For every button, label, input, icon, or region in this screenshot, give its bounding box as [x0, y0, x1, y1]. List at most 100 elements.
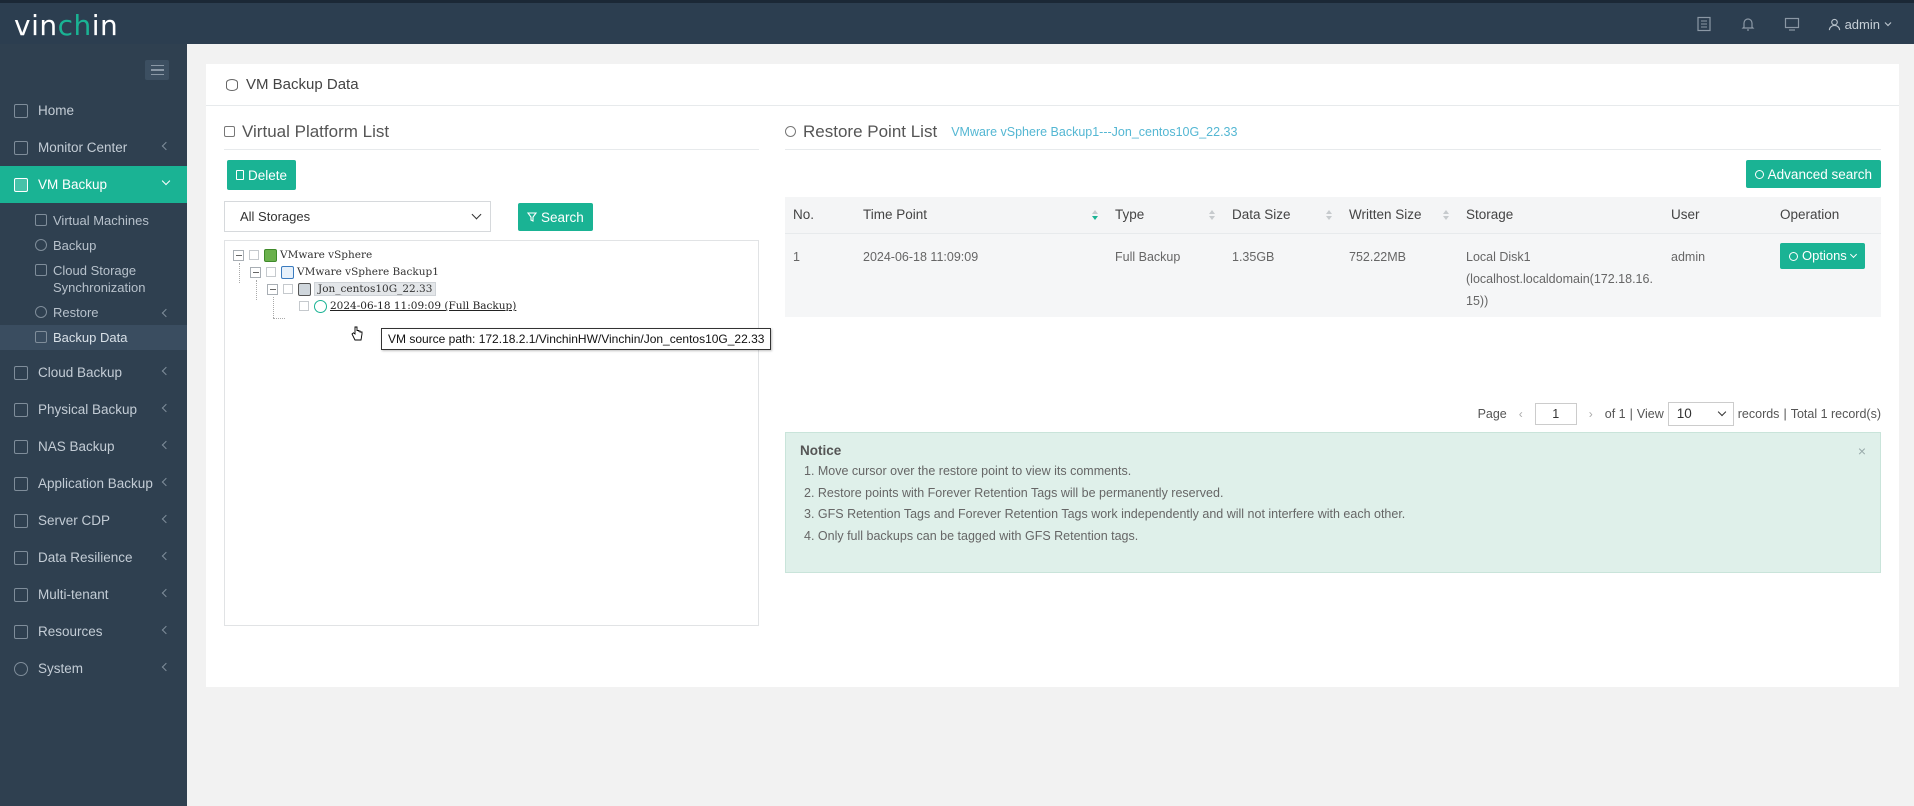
filter-icon	[527, 212, 537, 222]
monitor-icon	[14, 140, 28, 155]
next-page-icon[interactable]: ›	[1581, 407, 1601, 421]
pager-separator: |	[1629, 407, 1633, 421]
tree-checkbox[interactable]	[266, 267, 276, 277]
notice-box: Notice × 1. Move cursor over the restore…	[785, 432, 1881, 573]
sidebar-item-label: Physical Backup	[38, 402, 138, 417]
top-icons: admin	[1696, 16, 1892, 32]
tree-checkbox[interactable]	[249, 250, 259, 260]
column-header-time-point[interactable]: Time Point	[855, 197, 1107, 234]
tenant-icon	[14, 587, 28, 602]
sort-icon[interactable]	[1326, 210, 1333, 221]
tree-node-label: VMware vSphere Backup1	[297, 266, 439, 278]
page-title: VM Backup Data	[246, 76, 359, 93]
section-title: Restore Point List VMware vSphere Backup…	[785, 122, 1881, 150]
tree-node-label: VMware vSphere	[280, 249, 373, 261]
column-header-data-size[interactable]: Data Size	[1224, 197, 1341, 234]
tree-node-vm[interactable]: Jon_centos10G_22.33	[267, 281, 437, 297]
vsphere-icon	[264, 248, 277, 262]
restore-icon	[35, 306, 47, 318]
tree-node-backup[interactable]: VMware vSphere Backup1	[250, 264, 439, 280]
database-icon	[35, 331, 47, 343]
sidebar-item-data-resilience[interactable]: Data Resilience	[0, 539, 187, 576]
backup-job-icon	[281, 265, 294, 279]
cube-icon	[224, 126, 235, 137]
sidebar-item-multi-tenant[interactable]: Multi-tenant	[0, 576, 187, 613]
close-icon[interactable]: ×	[1858, 443, 1866, 459]
page-input[interactable]: 1	[1534, 403, 1577, 425]
vm-icon	[298, 282, 311, 296]
nas-icon	[14, 439, 28, 454]
menu-icon-bar	[150, 64, 164, 67]
sidebar-subitem-backup-data[interactable]: Backup Data	[0, 325, 187, 350]
database-icon	[226, 78, 238, 91]
pager-separator: |	[1783, 407, 1787, 421]
delete-button[interactable]: Delete	[227, 160, 297, 190]
chevron-left-icon	[161, 588, 171, 598]
tree-toggle-minus-icon[interactable]	[267, 283, 278, 295]
virtual-platform-title: Virtual Platform List	[242, 121, 390, 141]
trash-icon	[236, 170, 244, 180]
tree-toggle-minus-icon[interactable]	[250, 266, 261, 278]
sidebar-item-application-backup[interactable]: Application Backup	[0, 465, 187, 502]
sidebar-item-server-cdp[interactable]: Server CDP	[0, 502, 187, 539]
options-button[interactable]: Options	[1780, 243, 1865, 269]
sidebar-subitem-restore[interactable]: Restore	[0, 300, 187, 325]
vinchin-logo[interactable]: vinchin	[14, 9, 118, 42]
sort-icon[interactable]	[1209, 210, 1216, 221]
sidebar-item-home[interactable]: Home	[0, 92, 187, 129]
chevron-left-icon	[161, 440, 171, 450]
chevron-left-icon	[161, 551, 171, 561]
sort-icon[interactable]	[1443, 210, 1450, 221]
tree-node-label: Jon_centos10G_22.33	[314, 282, 437, 296]
column-header-type[interactable]: Type	[1107, 197, 1224, 234]
tree-node-label: 2024-06-18 11:09:09 (Full Backup)	[330, 300, 517, 312]
storage-select[interactable]: All Storages	[224, 201, 491, 232]
column-header-written-size[interactable]: Written Size	[1341, 197, 1458, 234]
search-button-label: Search	[541, 209, 584, 225]
sidebar-subitem-virtual-machines[interactable]: Virtual Machines	[0, 208, 187, 233]
cell-data-size: 1.35GB	[1224, 233, 1341, 317]
monitor-icon[interactable]	[1784, 16, 1800, 32]
tree-toggle-minus-icon[interactable]	[233, 249, 244, 261]
column-header-label: Type	[1115, 207, 1145, 223]
tree-node-vsphere[interactable]: VMware vSphere	[233, 247, 372, 263]
sidebar-item-nas-backup[interactable]: NAS Backup	[0, 428, 187, 465]
notice-list: 1. Move cursor over the restore point to…	[800, 464, 1866, 550]
search-icon	[1754, 169, 1764, 179]
cell-time-point: 2024-06-18 11:09:09	[855, 233, 1107, 317]
sidebar-collapse-button[interactable]	[145, 60, 169, 80]
sidebar-item-label: Cloud Backup	[38, 365, 123, 380]
table-header-row: No. Time Point Type Data Size Written Si…	[785, 197, 1881, 234]
logo-text-prefix: vin	[14, 9, 58, 42]
chevron-left-icon	[161, 477, 171, 487]
sidebar-subitem-cloud-storage-sync[interactable]: Cloud Storage Synchronization	[0, 258, 187, 300]
restore-point-subtitle: VMware vSphere Backup1---Jon_centos10G_2…	[951, 124, 1238, 139]
tree-node-restore-point[interactable]: 2024-06-18 11:09:09 (Full Backup)	[299, 298, 516, 314]
bell-icon[interactable]	[1740, 16, 1756, 32]
user-menu[interactable]: admin	[1828, 17, 1892, 32]
sidebar-item-monitor-center[interactable]: Monitor Center	[0, 129, 187, 166]
user-icon	[1828, 18, 1840, 30]
advanced-search-button[interactable]: Advanced search	[1745, 160, 1881, 188]
sidebar-item-physical-backup[interactable]: Physical Backup	[0, 391, 187, 428]
restore-point-title: Restore Point List	[803, 121, 938, 141]
sidebar-item-vm-backup[interactable]: VM Backup	[0, 166, 187, 203]
table-row[interactable]: 1 2024-06-18 11:09:09 Full Backup 1.35GB…	[785, 233, 1881, 317]
prev-page-icon[interactable]: ‹	[1511, 407, 1531, 421]
tree-checkbox[interactable]	[283, 284, 293, 294]
sort-icon[interactable]	[1092, 210, 1099, 221]
search-button[interactable]: Search	[518, 203, 593, 231]
sidebar-item-system[interactable]: System	[0, 650, 187, 687]
sidebar-subitem-backup[interactable]: Backup	[0, 233, 187, 258]
chevron-left-icon	[161, 662, 171, 672]
sidebar-item-resources[interactable]: Resources	[0, 613, 187, 650]
tooltip-text: VM source path: 172.18.2.1/VinchinHW/Vin…	[388, 332, 765, 346]
tree-checkbox[interactable]	[299, 301, 309, 311]
list-icon[interactable]	[1696, 16, 1712, 32]
sidebar-item-cloud-backup[interactable]: Cloud Backup	[0, 354, 187, 391]
gear-icon	[14, 661, 28, 676]
server-icon	[14, 402, 28, 417]
column-header-label: Time Point	[863, 207, 928, 223]
sidebar-item-label: Multi-tenant	[38, 587, 109, 602]
per-page-select[interactable]: 10	[1667, 402, 1734, 426]
